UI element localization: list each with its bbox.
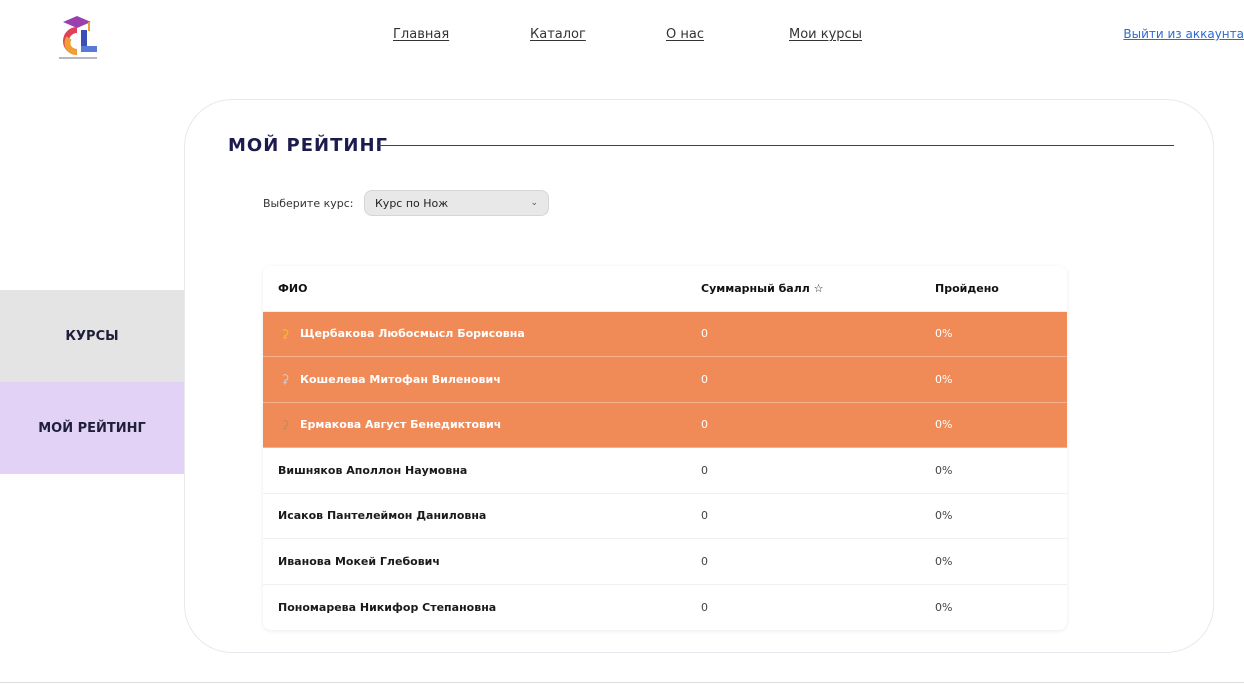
student-name: Иванова Мокей Глебович: [278, 554, 440, 568]
student-name: Щербакова Любосмысл Борисовна: [300, 327, 525, 341]
column-header-score[interactable]: Суммарный балл ☆: [701, 266, 824, 311]
table-row: ⚳ Ермакова Август Бенедиктович 0 0%: [263, 402, 1067, 448]
student-progress: 0%: [935, 509, 953, 523]
table-row: Пономарева Никифор Степановна 0 0%: [263, 585, 1067, 631]
chevron-down-icon: ⌄: [530, 198, 538, 208]
table-row: ⚳ Кошелева Митофан Виленович 0 0%: [263, 357, 1067, 403]
student-name: Исаков Пантелеймон Даниловна: [278, 509, 487, 523]
logout-link[interactable]: Выйти из аккаунта: [1123, 27, 1244, 41]
course-select[interactable]: Курс по Нож ⌄: [364, 190, 549, 216]
nav-my-courses-link[interactable]: Мои курсы: [789, 27, 862, 42]
student-score: 0: [701, 509, 708, 523]
student-score: 0: [701, 327, 708, 341]
student-name: Пономарева Никифор Степановна: [278, 600, 497, 614]
page-title: МОЙ РЕЙТИНГ: [228, 135, 388, 156]
sidebar-item-label: МОЙ РЕЙТИНГ: [38, 420, 146, 436]
column-header-name: ФИО: [278, 281, 308, 295]
student-score: 0: [701, 372, 708, 386]
table-header-row: ФИО Суммарный балл ☆ Пройдено: [263, 266, 1067, 312]
student-progress: 0%: [935, 418, 953, 432]
student-score: 0: [701, 554, 708, 568]
student-name: Вишняков Аполлон Наумовна: [278, 463, 468, 477]
student-score: 0: [701, 463, 708, 477]
table-row: Вишняков Аполлон Наумовна 0 0%: [263, 448, 1067, 494]
course-select-label: Выберите курс:: [263, 197, 354, 210]
student-progress: 0%: [935, 554, 953, 568]
student-score: 0: [701, 600, 708, 614]
student-progress: 0%: [935, 327, 953, 341]
rating-card: МОЙ РЕЙТИНГ Выберите курс: Курс по Нож ⌄…: [184, 99, 1214, 653]
table-row: ⚳ Щербакова Любосмысл Борисовна 0 0%: [263, 311, 1067, 357]
logo-icon[interactable]: [55, 14, 101, 62]
student-name: Кошелева Митофан Виленович: [300, 372, 501, 386]
gold-medal-icon: ⚳: [280, 326, 290, 341]
silver-medal-icon: ⚳: [280, 372, 290, 387]
table-row: Иванова Мокей Глебович 0 0%: [263, 539, 1067, 585]
student-progress: 0%: [935, 372, 953, 386]
nav-catalog-link[interactable]: Каталог: [530, 27, 586, 42]
course-select-value: Курс по Нож: [375, 196, 449, 210]
student-score: 0: [701, 418, 708, 432]
student-progress: 0%: [935, 600, 953, 614]
student-progress: 0%: [935, 463, 953, 477]
nav-home-link[interactable]: Главная: [393, 27, 449, 42]
title-divider: [377, 145, 1174, 146]
rating-table: ФИО Суммарный балл ☆ Пройдено ⚳ Щербаков…: [263, 266, 1067, 630]
bronze-medal-icon: ⚳: [280, 417, 290, 432]
column-header-completed: Пройдено: [935, 281, 999, 295]
sidebar-item-label: КУРСЫ: [65, 328, 119, 344]
table-row: Исаков Пантелеймон Даниловна 0 0%: [263, 494, 1067, 539]
student-name: Ермакова Август Бенедиктович: [300, 418, 502, 432]
footer-divider: [0, 682, 1244, 683]
sidebar-item-my-rating[interactable]: МОЙ РЕЙТИНГ: [0, 382, 184, 474]
nav-about-link[interactable]: О нас: [666, 27, 704, 42]
sidebar-item-courses[interactable]: КУРСЫ: [0, 290, 184, 382]
